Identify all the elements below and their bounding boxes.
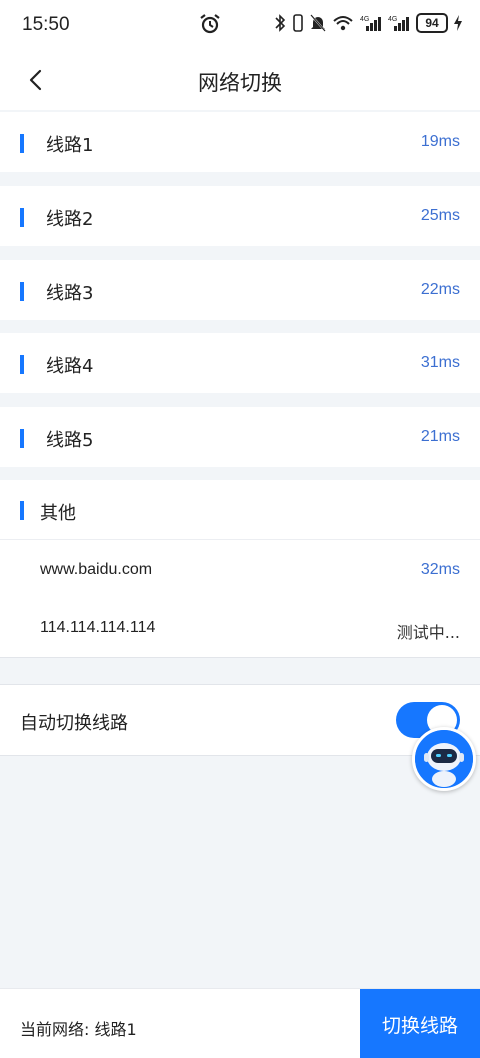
status-time: 15:50 <box>22 14 70 35</box>
svg-text:4G: 4G <box>360 16 369 23</box>
host-latency: 测试中... <box>396 623 460 642</box>
route-name: 线路5 <box>46 430 94 451</box>
signal-4g-icon: 4G <box>388 16 409 31</box>
bluetooth-icon <box>275 14 286 32</box>
auto-switch-label: 自动切换线路 <box>20 713 128 734</box>
route-name: 线路2 <box>46 209 94 230</box>
route-indicator <box>20 355 24 374</box>
section-indicator <box>20 501 24 520</box>
host-row-baidu[interactable]: www.baidu.com 32ms <box>0 542 480 600</box>
route-indicator <box>20 134 24 153</box>
switch-route-button[interactable]: 切换线路 <box>360 989 480 1058</box>
host-row-dns[interactable]: 114.114.114.114 测试中... <box>0 600 480 658</box>
route-item-5[interactable]: 线路5 21ms <box>0 407 480 467</box>
route-latency: 22ms <box>420 281 460 298</box>
auto-switch-row: 自动切换线路 <box>0 684 480 756</box>
route-item-3[interactable]: 线路3 22ms <box>0 260 480 320</box>
status-icons: 4G 4G 94 <box>274 13 462 33</box>
route-item-4[interactable]: 线路4 31ms <box>0 333 480 393</box>
current-network-label: 当前网络: 线路1 <box>20 1020 137 1039</box>
route-name: 线路4 <box>46 356 94 377</box>
route-latency: 21ms <box>420 428 460 445</box>
host-latency: 32ms <box>420 561 460 578</box>
nav-bar: 网络切换 <box>0 50 480 110</box>
other-section: 其他 www.baidu.com 32ms 114.114.114.114 测试… <box>0 480 480 658</box>
robot-assistant-button[interactable] <box>412 727 476 791</box>
route-item-1[interactable]: 线路1 19ms <box>0 112 480 172</box>
svg-text:4G: 4G <box>388 16 397 23</box>
page-title: 网络切换 <box>198 71 282 95</box>
route-latency: 25ms <box>420 207 460 224</box>
route-item-2[interactable]: 线路2 25ms <box>0 186 480 246</box>
battery-icon: 94 <box>416 13 448 33</box>
other-header: 其他 <box>0 480 480 540</box>
route-name: 线路1 <box>46 135 94 156</box>
signal-4g-icon: 4G <box>360 16 381 31</box>
other-title: 其他 <box>40 503 76 524</box>
wifi-icon <box>333 16 353 31</box>
vibrate-icon <box>293 14 303 32</box>
host-address: 114.114.114.114 <box>40 619 156 636</box>
route-indicator <box>20 282 24 301</box>
route-indicator <box>20 429 24 448</box>
route-name: 线路3 <box>46 283 94 304</box>
route-latency: 31ms <box>420 354 460 371</box>
charging-icon <box>454 15 462 31</box>
bottom-bar: 当前网络: 线路1 切换线路 <box>0 988 480 1058</box>
route-latency: 19ms <box>420 133 460 150</box>
host-address: www.baidu.com <box>40 561 153 578</box>
robot-icon <box>415 730 473 788</box>
route-indicator <box>20 208 24 227</box>
battery-level: 94 <box>425 16 439 30</box>
status-bar: 15:50 4G 4G 94 <box>0 0 480 50</box>
mute-icon <box>310 14 326 32</box>
alarm-icon <box>200 14 220 34</box>
